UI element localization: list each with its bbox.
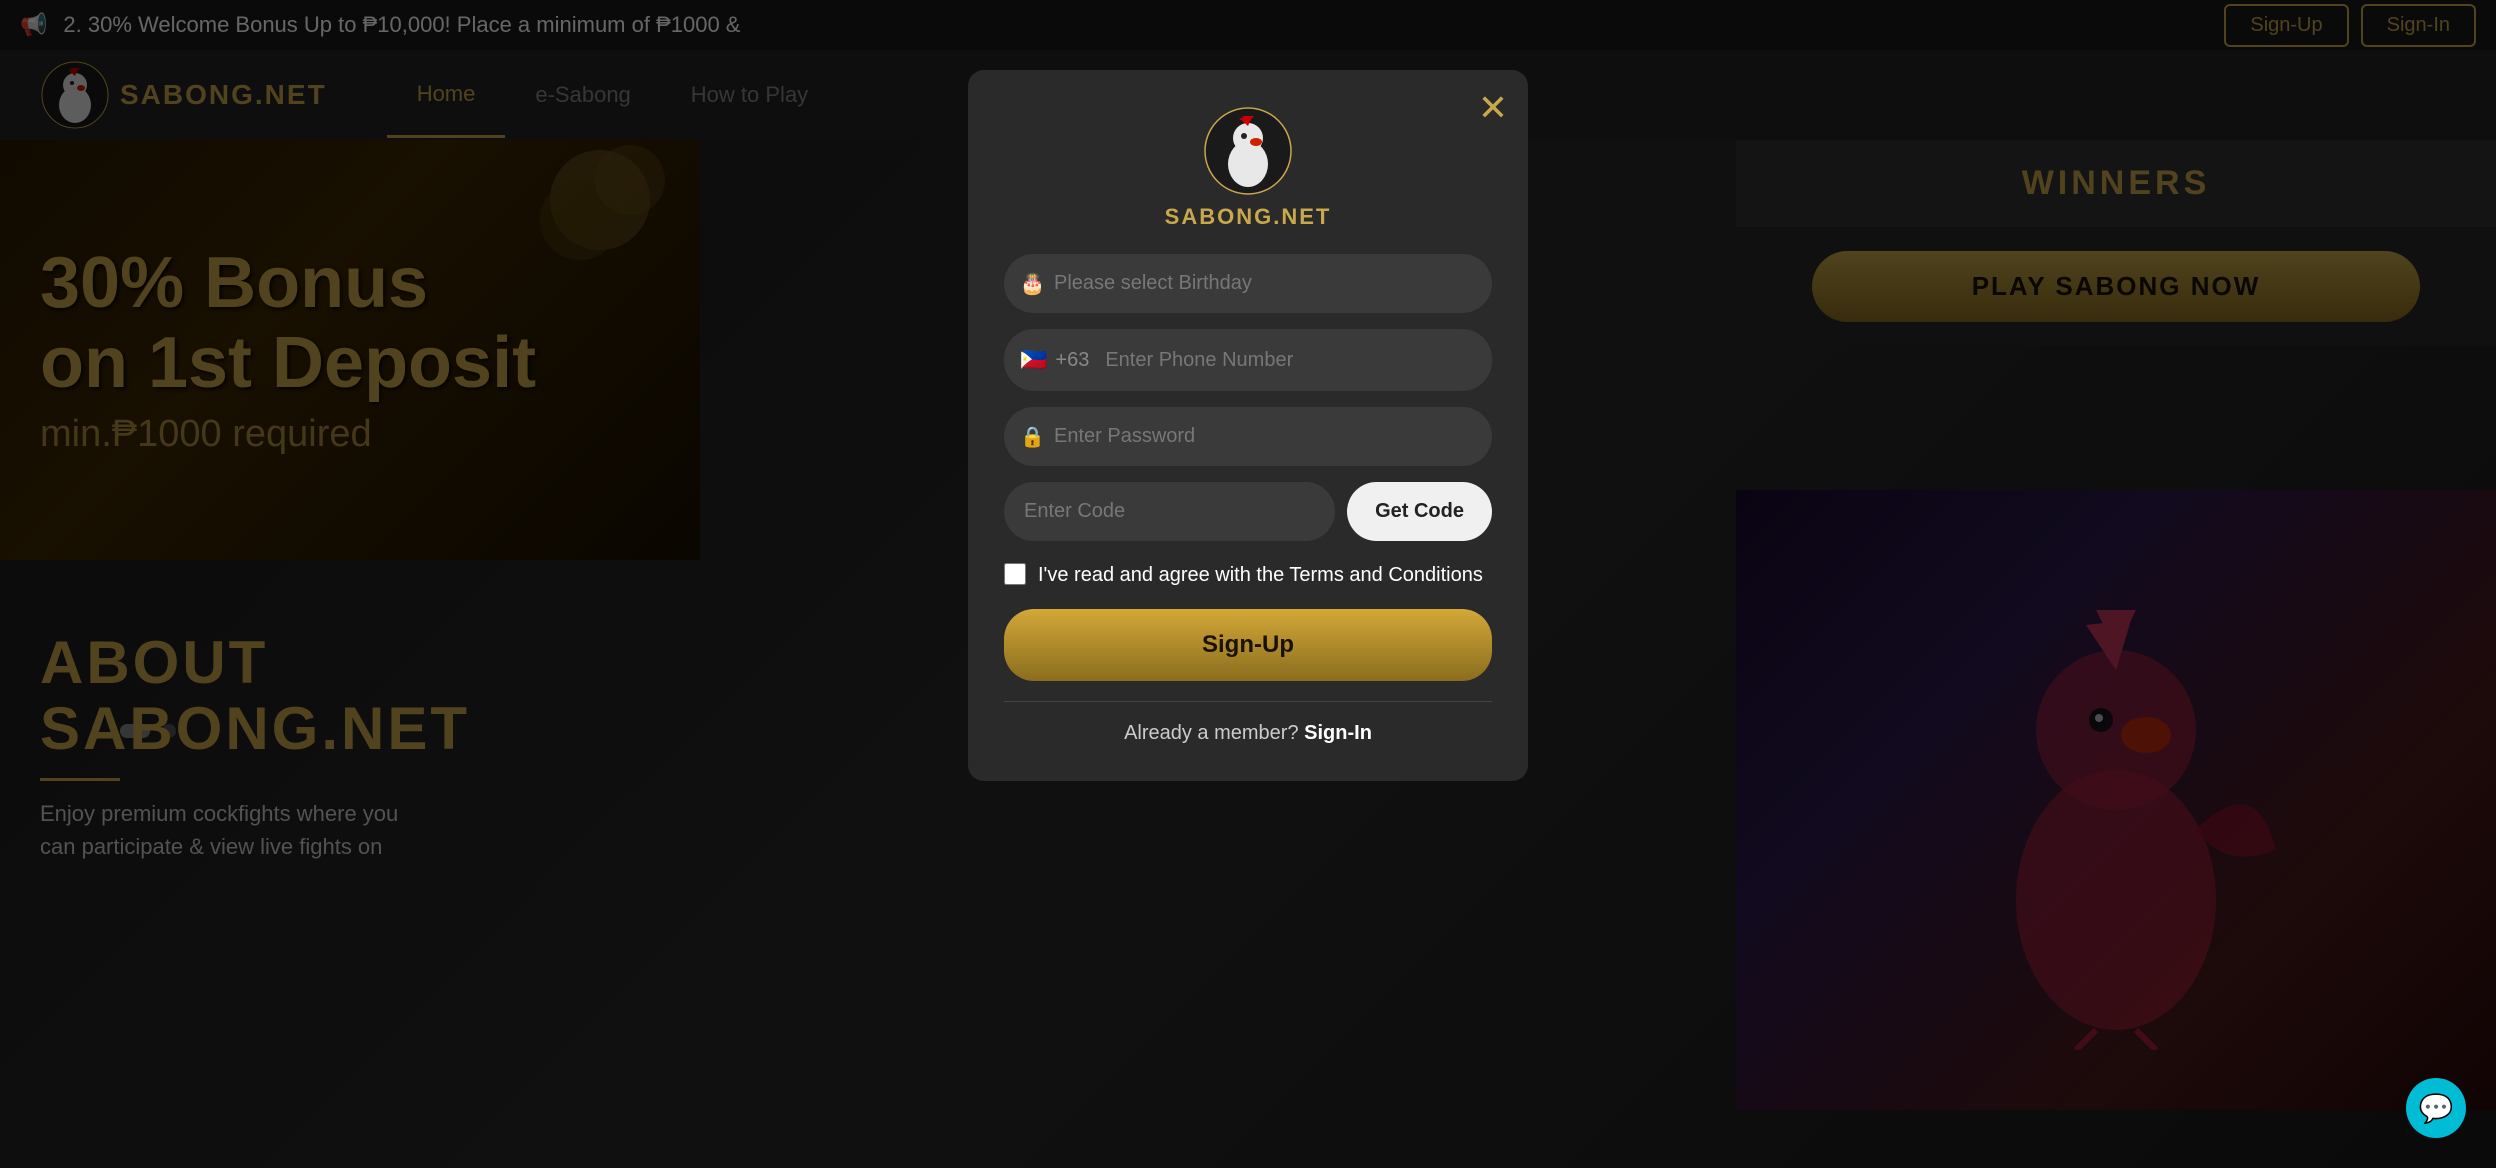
get-code-button[interactable]: Get Code [1347, 482, 1492, 541]
phone-input[interactable] [1105, 331, 1492, 390]
modal-logo: SABONG.NET [1004, 106, 1492, 230]
password-field-group: 🔒 [1004, 407, 1492, 466]
already-member-text: Already a member? Sign-In [1004, 722, 1492, 745]
terms-text: I've read and agree with the Terms and C… [1038, 561, 1483, 589]
phone-input-wrapper: 🇵🇭 +63 [1004, 329, 1492, 391]
birthday-input-wrapper: 🎂 [1004, 254, 1492, 313]
chat-bubble[interactable]: 💬 [2406, 1078, 2466, 1138]
lock-icon: 🔒 [1020, 424, 1045, 449]
chat-icon: 💬 [2419, 1092, 2454, 1125]
birthday-input[interactable] [1004, 254, 1492, 313]
birthday-icon: 🎂 [1020, 271, 1045, 296]
modal-overlay: ✕ SABONG.NET 🎂 � [0, 0, 2496, 1168]
terms-checkbox[interactable] [1004, 563, 1026, 585]
password-input-wrapper: 🔒 [1004, 407, 1492, 466]
modal-logo-icon [1203, 106, 1293, 196]
phone-prefix: 🇵🇭 +63 [1004, 329, 1105, 391]
terms-row: I've read and agree with the Terms and C… [1004, 561, 1492, 589]
signup-button[interactable]: Sign-Up [1004, 609, 1492, 681]
modal-close-button[interactable]: ✕ [1478, 90, 1508, 126]
birthday-field-group: 🎂 [1004, 254, 1492, 313]
phone-flag: 🇵🇭 [1020, 347, 1047, 373]
modal-logo-text: SABONG.NET [1165, 204, 1332, 230]
code-field-group: Get Code [1004, 482, 1492, 541]
modal-divider [1004, 701, 1492, 702]
password-input[interactable] [1004, 407, 1492, 466]
signin-link[interactable]: Sign-In [1304, 722, 1372, 744]
phone-field-group: 🇵🇭 +63 [1004, 329, 1492, 391]
code-input[interactable] [1004, 482, 1335, 541]
phone-country-code: +63 [1055, 349, 1089, 372]
signup-modal: ✕ SABONG.NET 🎂 � [968, 70, 1528, 781]
code-row: Get Code [1004, 482, 1492, 541]
